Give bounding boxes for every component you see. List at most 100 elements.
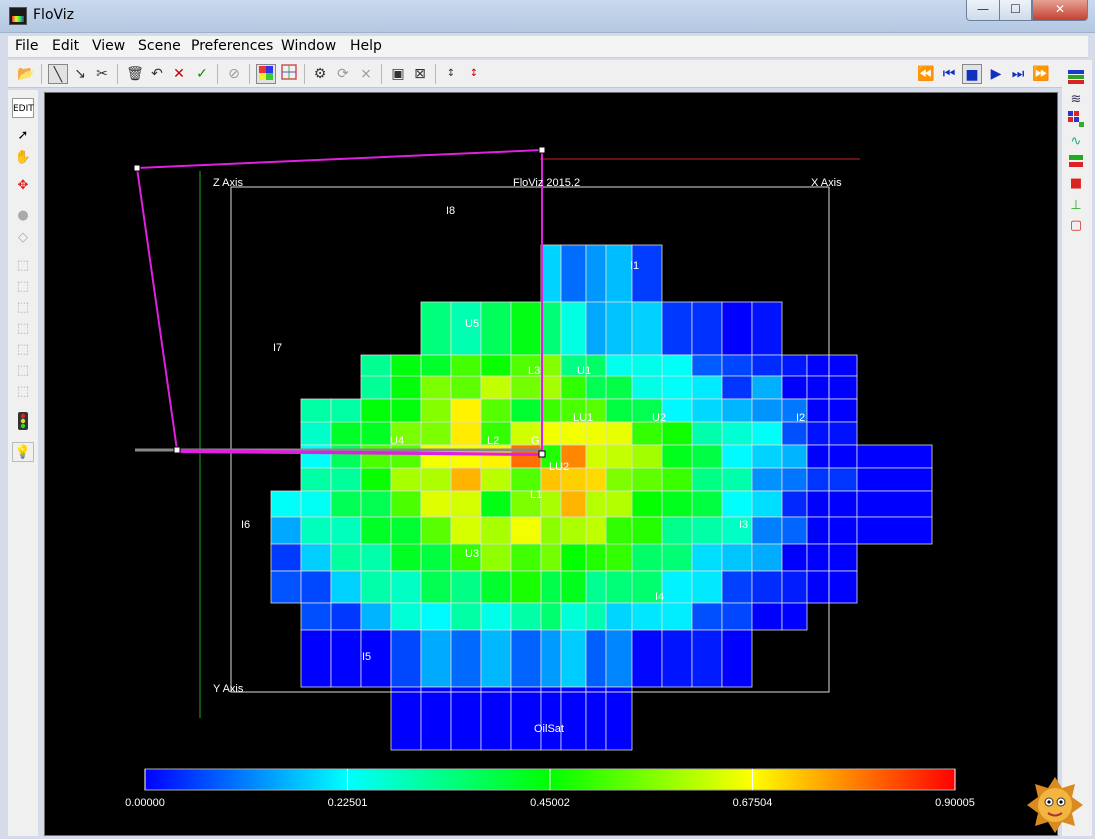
view-back-icon[interactable]: ⬚ bbox=[12, 277, 34, 297]
move-icon[interactable]: ✥ bbox=[12, 176, 34, 196]
menu-scene[interactable]: Scene bbox=[138, 38, 181, 54]
sort-za-icon[interactable]: ↕ bbox=[464, 64, 484, 84]
minimize-button[interactable]: — bbox=[966, 0, 1000, 21]
grid-cell bbox=[751, 444, 783, 469]
grid-cell bbox=[605, 629, 633, 688]
scene-canvas[interactable]: Z Axis X Axis Y Axis FloViz 2015.2 I8 I1 U… bbox=[45, 93, 1057, 835]
menu-help[interactable]: Help bbox=[350, 38, 382, 54]
grid-cell bbox=[450, 570, 482, 604]
grid-cell bbox=[450, 686, 482, 751]
step-forward-icon[interactable]: ⏭ bbox=[1008, 64, 1028, 84]
grid-cell bbox=[605, 543, 633, 572]
box-icon[interactable]: ▣ bbox=[388, 64, 408, 84]
stop-icon[interactable]: ■ bbox=[962, 64, 982, 84]
grid-cell bbox=[605, 490, 633, 518]
arrow-icon[interactable]: ➚ bbox=[12, 126, 34, 146]
grid-cell bbox=[605, 602, 633, 631]
3d-viewer[interactable]: Z Axis X Axis Y Axis FloViz 2015.2 I8 I1 U… bbox=[44, 92, 1058, 836]
view-top-icon[interactable]: ⬚ bbox=[12, 340, 34, 360]
view-left-icon[interactable]: ⬚ bbox=[12, 298, 34, 318]
menu-edit[interactable]: Edit bbox=[52, 38, 79, 54]
grid-cell bbox=[806, 543, 858, 572]
view-bottom-icon[interactable]: ⬚ bbox=[12, 361, 34, 381]
plane-icon[interactable]: ◇ bbox=[12, 228, 34, 248]
hand-icon[interactable]: ✋ bbox=[12, 148, 34, 168]
reject-icon[interactable]: ✕ bbox=[169, 64, 189, 84]
hide-icon[interactable]: ⊘ bbox=[224, 64, 244, 84]
grid-cell bbox=[781, 516, 808, 545]
stack-icon[interactable] bbox=[1066, 152, 1086, 172]
grid-cell bbox=[390, 516, 422, 545]
edit-mode-button[interactable]: EDIT bbox=[12, 98, 34, 118]
plane-handle[interactable] bbox=[538, 450, 546, 458]
grid-cell bbox=[360, 490, 392, 518]
menu-file[interactable]: File bbox=[15, 38, 38, 54]
cut-icon[interactable]: ✂ bbox=[92, 64, 112, 84]
rotate-icon[interactable]: ⟳ bbox=[333, 64, 353, 84]
grid-cell bbox=[781, 375, 808, 400]
grid-cell bbox=[540, 570, 562, 604]
grid-cell bbox=[781, 602, 808, 631]
grid-cell bbox=[631, 354, 663, 377]
rewind-icon[interactable]: ⏪ bbox=[916, 64, 936, 84]
region-label-i8: I8 bbox=[446, 205, 455, 217]
plane-handle[interactable] bbox=[133, 164, 141, 172]
maximize-button[interactable]: ☐ bbox=[999, 0, 1032, 21]
grid-cell bbox=[360, 354, 392, 377]
view-front-icon[interactable]: ⬚ bbox=[12, 256, 34, 276]
settings-icon[interactable]: ⚙ bbox=[310, 64, 330, 84]
grid-icon[interactable] bbox=[1066, 110, 1086, 130]
color-cube-icon[interactable] bbox=[256, 64, 276, 84]
grid-cell bbox=[631, 444, 663, 469]
grid-cell bbox=[510, 543, 542, 572]
grid-cell bbox=[721, 629, 753, 688]
grid-cell bbox=[661, 444, 693, 469]
grid-cell bbox=[781, 543, 808, 572]
step-back-icon[interactable]: ⏮ bbox=[939, 64, 959, 84]
axes-icon[interactable]: ⊥ bbox=[1066, 196, 1086, 216]
plane-handle[interactable] bbox=[538, 146, 546, 154]
menu-window[interactable]: Window bbox=[281, 38, 336, 54]
grid-cell bbox=[300, 421, 332, 446]
fast-forward-icon[interactable]: ⏩ bbox=[1031, 64, 1051, 84]
grid-cell bbox=[721, 444, 753, 469]
undo-icon[interactable]: ↶ bbox=[147, 64, 167, 84]
grid-cell bbox=[450, 398, 482, 423]
layers-icon[interactable] bbox=[1066, 68, 1086, 88]
grid-cell bbox=[510, 602, 542, 631]
menu-preferences[interactable]: Preferences bbox=[191, 38, 273, 54]
grid-cell bbox=[560, 629, 587, 688]
wire-cube-icon[interactable] bbox=[279, 64, 299, 84]
delete-icon[interactable]: 🗑 bbox=[125, 64, 145, 84]
grid-cell bbox=[585, 629, 607, 688]
cube-icon[interactable]: ■ bbox=[1066, 174, 1086, 194]
accept-icon[interactable]: ✓ bbox=[192, 64, 212, 84]
grid-cell bbox=[390, 398, 422, 423]
grid-cell bbox=[691, 354, 723, 377]
grid-cell bbox=[360, 375, 392, 400]
view-iso-icon[interactable]: ⬚ bbox=[12, 382, 34, 402]
streamline-icon[interactable]: ∿ bbox=[1066, 132, 1086, 152]
grid-cell bbox=[781, 570, 808, 604]
bounding-box-icon[interactable]: ▢ bbox=[1066, 216, 1086, 236]
surface-icon[interactable]: ≋ bbox=[1066, 90, 1086, 110]
grid-cell bbox=[540, 354, 562, 377]
expand-icon[interactable]: ⊠ bbox=[410, 64, 430, 84]
point-icon[interactable]: ● bbox=[12, 206, 34, 226]
grid-cell bbox=[540, 516, 562, 545]
close-button[interactable]: ✕ bbox=[1032, 0, 1088, 21]
grid-cell bbox=[560, 686, 587, 751]
play-icon[interactable]: ▶ bbox=[986, 64, 1006, 84]
view-right-icon[interactable]: ⬚ bbox=[12, 319, 34, 339]
sort-az-icon[interactable]: ↕ bbox=[441, 64, 461, 84]
light-icon[interactable]: 💡 bbox=[12, 442, 34, 462]
cancel-icon[interactable]: ⨯ bbox=[356, 64, 376, 84]
pick-icon[interactable]: ╲ bbox=[48, 64, 68, 84]
traffic-light-icon[interactable] bbox=[12, 412, 34, 432]
plane-handle[interactable] bbox=[173, 446, 181, 454]
draw-icon[interactable]: ↘ bbox=[70, 64, 90, 84]
grid-cell bbox=[806, 354, 858, 377]
grid-cell bbox=[721, 375, 753, 400]
menu-view[interactable]: View bbox=[92, 38, 125, 54]
open-icon[interactable]: 📂 bbox=[16, 64, 36, 84]
